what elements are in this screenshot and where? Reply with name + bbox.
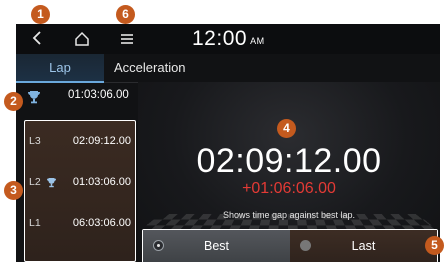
list-item-lap-2[interactable]: L2 01:03:06.00 [25,172,135,196]
compare-toggle: Best Last [142,229,438,262]
tab-bar: Lap Acceleration [16,54,440,83]
lap-time: 02:09:12.00 [72,135,131,147]
home-icon[interactable] [74,31,90,47]
best-lap-time: 01:03:06.00 [68,89,129,101]
lap-timer-screen: 12:00 AM Lap Acceleration 01:03:06.00 L3 … [16,24,440,262]
last-button[interactable]: Last [290,230,437,262]
trophy-icon [28,91,40,104]
callout-4: 4 [277,119,296,138]
trophy-icon [47,178,56,188]
clock-time: 12:00 [192,27,248,50]
status-bar: 12:00 AM [16,24,440,54]
list-item-lap-3[interactable]: L3 02:09:12.00 [25,131,135,155]
best-button[interactable]: Best [143,230,290,262]
status-clock: 12:00 AM [192,27,265,51]
time-gap: +01:06:06.00 [242,180,336,197]
best-lap-row: 01:03:06.00 [16,82,138,112]
radio-unselected-icon [300,240,311,251]
callout-5: 5 [425,236,444,255]
radio-selected-icon [153,240,164,251]
lap-time: 06:03:06.00 [72,217,131,229]
time-gap-caption: Shows time gap against best lap. [222,210,356,220]
callout-1: 1 [31,5,50,24]
best-button-label: Best [203,239,229,253]
lap-name: L2 [29,176,41,188]
last-button-label: Last [351,239,376,253]
callout-6: 6 [116,5,135,24]
tab-lap[interactable]: Lap [16,54,104,83]
list-item-lap-1[interactable]: L1 06:03:06.00 [25,213,135,237]
callout-3: 3 [4,181,23,200]
menu-icon[interactable] [120,32,134,46]
back-icon[interactable] [30,30,44,46]
lap-name: L3 [29,135,41,147]
tab-acceleration[interactable]: Acceleration [114,54,186,82]
clock-ampm: AM [250,36,265,46]
lap-list[interactable]: L3 02:09:12.00 L2 01:03:06.00 L1 06:03:0… [24,120,136,262]
lap-name: L1 [29,217,41,229]
callout-2: 2 [4,92,23,111]
lap-time: 01:03:06.00 [72,176,131,188]
current-lap-time: 02:09:12.00 [196,142,382,180]
